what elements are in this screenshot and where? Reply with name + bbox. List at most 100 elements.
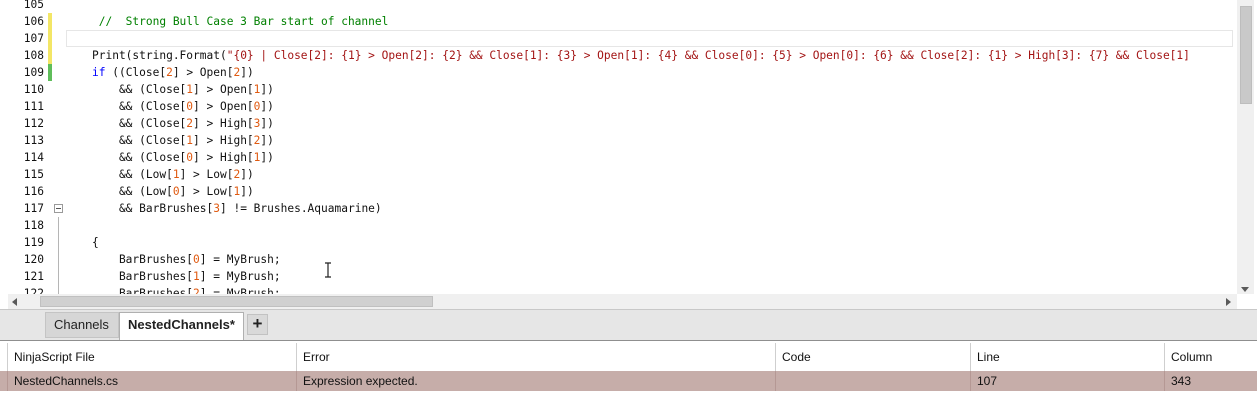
code-line[interactable]: 116 && (Low[0] > Low[1]) <box>0 183 1237 200</box>
error-grid-header: NinjaScript File Error Code Line Column <box>0 343 1257 371</box>
code-line[interactable]: 114 && (Close[0] > High[1]) <box>0 149 1237 166</box>
code-token: ]) <box>240 168 254 181</box>
code-token: ] > Open[ <box>172 66 234 79</box>
code-text: && BarBrushes[3] != Brushes.Aquamarine) <box>92 200 382 217</box>
code-token: 1 <box>193 270 200 283</box>
change-marker <box>48 30 52 47</box>
code-text: && (Close[0] > Open[0]) <box>92 98 274 115</box>
code-line[interactable]: 109 if ((Close[2] > Open[2]) <box>0 64 1237 81</box>
code-text: && (Close[1] > Open[1]) <box>92 81 274 98</box>
code-token: ] > High[ <box>193 134 254 147</box>
code-text: && (Close[2] > High[3]) <box>92 115 274 132</box>
error-row[interactable]: NestedChannels.cs Expression expected. 1… <box>0 371 1257 391</box>
code-line[interactable]: 105 <box>0 0 1237 13</box>
error-line-cell: 107 <box>970 371 1165 391</box>
add-tab-button[interactable]: + <box>247 314 268 335</box>
code-line[interactable]: 119 { <box>0 234 1237 251</box>
line-number: 120 <box>23 253 44 266</box>
code-text: { <box>92 234 99 251</box>
collapse-toggle-icon[interactable] <box>54 204 63 213</box>
error-column-cell: 343 <box>1164 371 1257 391</box>
code-line[interactable]: 113 && (Close[1] > High[2]) <box>0 132 1237 149</box>
vertical-scrollbar[interactable] <box>1237 0 1254 294</box>
line-number: 112 <box>23 117 44 130</box>
code-token: ] = MyBrush; <box>199 253 281 266</box>
code-line[interactable]: 120 BarBrushes[0] = MyBrush; <box>0 251 1237 268</box>
line-number: 108 <box>23 49 44 62</box>
scroll-right-arrow-icon[interactable] <box>1226 298 1231 306</box>
code-token: ] > Low[ <box>179 185 234 198</box>
error-message-cell: Expression expected. <box>296 371 776 391</box>
code-token: ]) <box>260 151 274 164</box>
current-line-highlight <box>66 30 1233 47</box>
code-token: && (Close[ <box>92 117 187 130</box>
code-text: BarBrushes[0] = MyBrush; <box>92 251 281 268</box>
code-token: Print(string.Format( <box>92 49 227 62</box>
code-editor[interactable]: 105 106 // Strong Bull Case 3 Bar start o… <box>0 0 1257 310</box>
column-header-code[interactable]: Code <box>775 343 971 371</box>
code-text: Print(string.Format("{0} | Close[2]: {1}… <box>92 47 1190 64</box>
code-token: ]) <box>260 134 274 147</box>
column-header-error[interactable]: Error <box>296 343 776 371</box>
code-line[interactable]: 106 // Strong Bull Case 3 Bar start of c… <box>0 13 1237 30</box>
code-text: BarBrushes[1] = MyBrush; <box>92 268 281 285</box>
code-token: { <box>92 236 99 249</box>
code-line[interactable]: 117 && BarBrushes[3] != Brushes.Aquamari… <box>0 200 1237 217</box>
column-header-column[interactable]: Column <box>1164 343 1257 371</box>
code-line[interactable]: 122 BarBrushes[2] = MyBrush; <box>0 285 1237 294</box>
change-marker <box>48 13 52 30</box>
code-token: 0 <box>172 185 180 198</box>
code-token: ]) <box>260 100 274 113</box>
horizontal-scrollbar[interactable] <box>8 294 1237 309</box>
code-token: ] = MyBrush; <box>199 287 281 294</box>
code-line[interactable]: 118 <box>0 217 1237 234</box>
tab-channels[interactable]: Channels <box>45 312 119 338</box>
code-token: ]) <box>260 83 274 96</box>
code-token: && (Close[ <box>92 83 187 96</box>
code-token: && BarBrushes[ <box>92 202 214 215</box>
document-tab-bar: Channels NestedChannels* + <box>0 310 1257 340</box>
code-line[interactable]: 111 && (Close[0] > Open[0]) <box>0 98 1237 115</box>
code-token: ] > High[ <box>193 117 254 130</box>
line-number: 110 <box>23 83 44 96</box>
code-line[interactable]: 108 Print(string.Format("{0} | Close[2]: … <box>0 47 1237 64</box>
line-number: 114 <box>23 151 44 164</box>
vertical-scroll-thumb[interactable] <box>1240 6 1252 104</box>
code-text: if ((Close[2] > Open[2]) <box>92 64 254 81</box>
code-token: 3 <box>213 202 220 215</box>
code-line[interactable]: 121 BarBrushes[1] = MyBrush; <box>0 268 1237 285</box>
code-line[interactable]: 110 && (Close[1] > Open[1]) <box>0 81 1237 98</box>
code-line[interactable]: 115 && (Low[1] > Low[2]) <box>0 166 1237 183</box>
scroll-down-arrow-icon[interactable] <box>1241 287 1249 292</box>
line-number: 111 <box>23 100 44 113</box>
code-token: ]) <box>260 117 274 130</box>
scroll-left-arrow-icon[interactable] <box>12 298 17 306</box>
line-number: 105 <box>23 0 44 11</box>
code-token: ] != Brushes.Aquamarine) <box>220 202 382 215</box>
line-number: 109 <box>23 66 44 79</box>
code-editor-lines[interactable]: 105 106 // Strong Bull Case 3 Bar start o… <box>0 0 1237 294</box>
code-line[interactable]: 112 && (Close[2] > High[3]) <box>0 115 1237 132</box>
code-token: 0 <box>193 253 200 266</box>
column-header-file[interactable]: NinjaScript File <box>7 343 297 371</box>
code-token: BarBrushes[ <box>92 287 194 294</box>
column-header-line[interactable]: Line <box>970 343 1165 371</box>
code-token: 2 <box>166 66 173 79</box>
change-marker <box>48 47 52 64</box>
error-file-cell: NestedChannels.cs <box>7 371 297 391</box>
horizontal-scroll-thumb[interactable] <box>40 296 433 307</box>
tab-nested-channels[interactable]: NestedChannels* <box>119 312 244 340</box>
text-cursor-icon <box>325 262 331 278</box>
code-text: && (Close[1] > High[2]) <box>92 132 274 149</box>
change-marker <box>48 64 52 81</box>
code-token: if <box>92 66 106 79</box>
error-code-cell <box>775 371 971 391</box>
code-token: // Strong Bull Case 3 Bar start of chann… <box>92 15 389 28</box>
line-number: 122 <box>23 287 44 294</box>
error-list-grid: NinjaScript File Error Code Line Column … <box>0 340 1257 408</box>
line-number: 106 <box>23 15 44 28</box>
code-token: "{0} | Close[2]: {1} > Open[2]: {2} && C… <box>226 49 1190 62</box>
line-number: 117 <box>23 202 44 215</box>
code-token: && (Close[ <box>92 134 187 147</box>
code-line[interactable]: 107 <box>0 30 1237 47</box>
